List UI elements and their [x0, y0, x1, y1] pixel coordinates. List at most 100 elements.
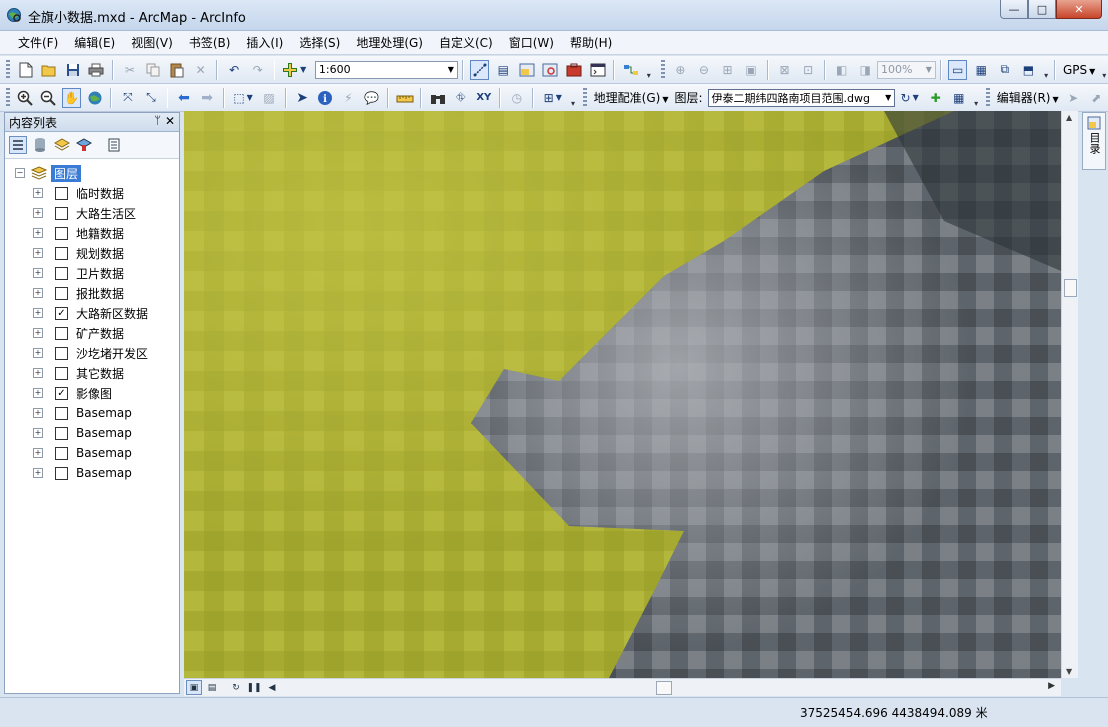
layer-visibility-checkbox[interactable]: [55, 206, 68, 220]
next-extent-icon[interactable]: ➡: [198, 88, 217, 108]
fixed-zoom-in-icon[interactable]: ⤧: [118, 88, 137, 108]
zoom-100-icon[interactable]: ▣: [741, 60, 761, 80]
toggle-draft-mode-icon[interactable]: ▭: [947, 59, 968, 80]
fixed-zoom-in-layout-icon[interactable]: ⊠: [775, 60, 795, 80]
layer-row[interactable]: + Basemap: [5, 463, 179, 483]
layout-zoom-select[interactable]: 100% ▼: [877, 60, 936, 79]
expand-icon[interactable]: +: [33, 348, 43, 358]
scroll-up-icon[interactable]: ▲: [1066, 113, 1072, 122]
fixed-zoom-out-layout-icon[interactable]: ⊡: [798, 60, 818, 80]
layer-row[interactable]: + ✓ 影像图: [5, 383, 179, 403]
fixed-zoom-out-icon[interactable]: ⤡: [141, 88, 160, 108]
edit-tool-icon[interactable]: ➤: [1064, 88, 1083, 108]
layer-visibility-checkbox[interactable]: ✓: [55, 306, 68, 320]
print-icon[interactable]: [87, 60, 107, 80]
toolbar-grip[interactable]: [985, 87, 990, 108]
layer-visibility-checkbox[interactable]: [55, 366, 68, 380]
layer-row[interactable]: + 地籍数据: [5, 223, 179, 243]
cut-icon[interactable]: ✂: [120, 60, 140, 80]
layer-visibility-checkbox[interactable]: [55, 246, 68, 260]
gps-menu[interactable]: GPS ▼: [1063, 63, 1095, 77]
layer-row[interactable]: + 卫片数据: [5, 263, 179, 283]
toolbar-overflow-icon[interactable]: ▾: [569, 88, 577, 108]
delete-icon[interactable]: ✕: [191, 60, 211, 80]
layer-visibility-checkbox[interactable]: [55, 446, 68, 460]
menu-edit[interactable]: 编辑(E): [66, 34, 123, 51]
layer-row[interactable]: + ✓ 大路新区数据: [5, 303, 179, 323]
next-extent-layout-icon[interactable]: ◨: [855, 60, 875, 80]
layer-visibility-checkbox[interactable]: [55, 406, 68, 420]
layer-visibility-checkbox[interactable]: [55, 186, 68, 200]
map-display[interactable]: [184, 111, 1061, 678]
collapse-icon[interactable]: −: [15, 168, 25, 178]
focus-data-frame-icon[interactable]: ▦: [971, 60, 991, 80]
open-folder-icon[interactable]: [39, 60, 59, 80]
hyperlink-icon[interactable]: ⚡: [339, 88, 358, 108]
layer-row[interactable]: + 沙圪堵开发区: [5, 343, 179, 363]
layer-visibility-checkbox[interactable]: [55, 266, 68, 280]
new-document-icon[interactable]: [16, 60, 36, 80]
layer-row[interactable]: + 其它数据: [5, 363, 179, 383]
expand-icon[interactable]: +: [33, 208, 43, 218]
layer-row[interactable]: + 报批数据: [5, 283, 179, 303]
georef-layer-select[interactable]: 伊泰二期纬四路南项目范围.dwg ▼: [707, 88, 896, 107]
expand-icon[interactable]: +: [33, 308, 43, 318]
previous-extent-icon[interactable]: ⬅: [174, 88, 193, 108]
menu-bookmarks[interactable]: 书签(B): [181, 34, 239, 51]
save-icon[interactable]: [63, 60, 83, 80]
layer-visibility-checkbox[interactable]: [55, 286, 68, 300]
refresh-icon[interactable]: ↻: [228, 680, 244, 695]
zoom-out-icon[interactable]: [39, 88, 58, 108]
map-vertical-scrollbar[interactable]: ▲ ▼: [1061, 111, 1078, 678]
expand-icon[interactable]: +: [33, 448, 43, 458]
editor-menu[interactable]: 编辑器(R) ▼: [997, 89, 1059, 106]
expand-icon[interactable]: +: [33, 428, 43, 438]
zoom-in-icon[interactable]: [16, 88, 35, 108]
measure-icon[interactable]: [395, 88, 414, 108]
data-driven-pages-icon[interactable]: ⬒: [1019, 60, 1039, 80]
menu-view[interactable]: 视图(V): [123, 34, 181, 51]
layer-row[interactable]: + Basemap: [5, 403, 179, 423]
toolbar-overflow-icon[interactable]: ▾: [1042, 60, 1050, 80]
select-elements-arrow-icon[interactable]: ➤: [293, 88, 312, 108]
select-features-icon[interactable]: ⬚ ▼: [231, 88, 256, 108]
layout-view-icon[interactable]: ▤: [204, 680, 220, 695]
layer-visibility-checkbox[interactable]: [55, 226, 68, 240]
expand-icon[interactable]: +: [33, 408, 43, 418]
georeferencing-menu[interactable]: 地理配准(G) ▼: [594, 89, 669, 106]
layer-visibility-checkbox[interactable]: [55, 326, 68, 340]
undo-icon[interactable]: ↶: [224, 60, 244, 80]
layer-visibility-checkbox[interactable]: ✓: [55, 386, 68, 400]
expand-icon[interactable]: +: [33, 248, 43, 258]
expand-icon[interactable]: +: [33, 188, 43, 198]
expand-icon[interactable]: +: [33, 328, 43, 338]
model-builder-icon[interactable]: [621, 60, 641, 80]
previous-extent-layout-icon[interactable]: ◧: [832, 60, 852, 80]
pan-hand-icon[interactable]: ✋: [62, 87, 82, 108]
layer-row[interactable]: + Basemap: [5, 443, 179, 463]
clear-selection-icon[interactable]: ▨: [260, 88, 279, 108]
horizontal-scroll-thumb[interactable]: [656, 681, 672, 695]
add-data-icon[interactable]: ▼: [281, 60, 306, 80]
layer-visibility-checkbox[interactable]: [55, 466, 68, 480]
close-button[interactable]: ✕: [1056, 0, 1102, 19]
menu-selection[interactable]: 选择(S): [291, 34, 348, 51]
menu-help[interactable]: 帮助(H): [562, 34, 620, 51]
close-icon[interactable]: ✕: [165, 114, 175, 128]
zoom-in-fixed-icon[interactable]: ⊕: [671, 60, 691, 80]
go-to-xy-icon[interactable]: XY: [474, 88, 493, 108]
copy-icon[interactable]: [144, 60, 164, 80]
list-by-visibility-icon[interactable]: [53, 136, 71, 154]
menu-geoprocessing[interactable]: 地理处理(G): [348, 34, 431, 51]
layer-visibility-checkbox[interactable]: [55, 426, 68, 440]
paste-icon[interactable]: [167, 60, 187, 80]
scroll-right-icon[interactable]: ▶: [1048, 681, 1055, 691]
python-window-icon[interactable]: [588, 60, 608, 80]
toolbar-overflow-icon[interactable]: ▾: [972, 88, 980, 108]
expand-icon[interactable]: +: [33, 288, 43, 298]
catalog-icon[interactable]: [517, 60, 537, 80]
menu-customize[interactable]: 自定义(C): [431, 34, 501, 51]
add-control-points-icon[interactable]: ✚: [926, 88, 945, 108]
options-icon[interactable]: [105, 136, 123, 154]
catalog-dock-tab[interactable]: 目录: [1082, 112, 1106, 170]
